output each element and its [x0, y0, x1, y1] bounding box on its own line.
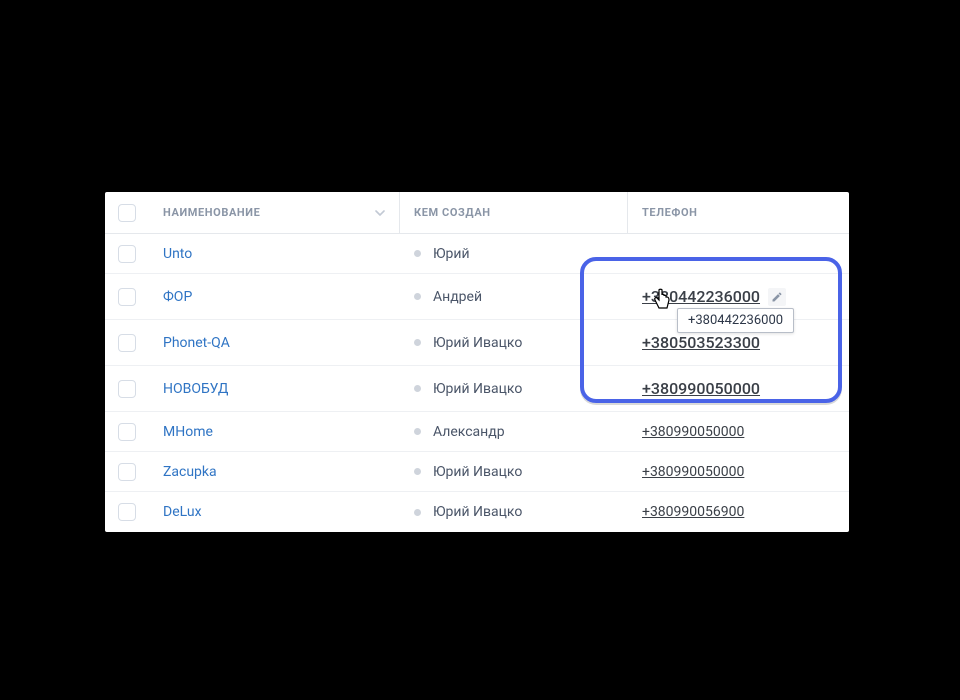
name-link[interactable]: НОВОБУД — [163, 381, 228, 397]
table-header: НАИМЕНОВАНИЕ КЕМ СОЗДАН ТЕЛЕФОН — [105, 192, 849, 234]
phone-link[interactable]: +380990056900 — [642, 504, 744, 520]
chevron-down-icon — [375, 208, 385, 218]
column-header-phone[interactable]: ТЕЛЕФОН — [628, 192, 849, 233]
row-checkbox[interactable] — [118, 423, 136, 441]
column-header-creator-label: КЕМ СОЗДАН — [414, 206, 491, 219]
creator-label: Юрий Ивацко — [433, 381, 522, 397]
row-checkbox[interactable] — [118, 380, 136, 398]
phone-link[interactable]: +380990050000 — [642, 464, 744, 480]
creator-label: Александр — [433, 424, 505, 440]
name-link[interactable]: Phonet-QA — [163, 335, 230, 351]
creator-label: Юрий Ивацко — [433, 335, 522, 351]
name-link[interactable]: MHome — [163, 424, 213, 440]
status-dot-icon — [414, 509, 421, 516]
phone-link[interactable]: +380503523300 — [642, 333, 760, 352]
creator-label: Андрей — [433, 289, 482, 305]
phone-link[interactable]: +380442236000 — [642, 287, 760, 306]
table-row: MHome Александр +380990050000 — [105, 412, 849, 452]
phone-tooltip-label: +380442236000 — [688, 313, 783, 328]
name-link[interactable]: Unto — [163, 246, 192, 262]
row-checkbox[interactable] — [118, 245, 136, 263]
column-header-name[interactable]: НАИМЕНОВАНИЕ — [149, 192, 400, 233]
creator-label: Юрий Ивацко — [433, 504, 522, 520]
row-checkbox[interactable] — [118, 503, 136, 521]
name-link[interactable]: ФОР — [163, 289, 192, 305]
phone-link[interactable]: +380990050000 — [642, 379, 760, 398]
creator-label: Юрий Ивацко — [433, 464, 522, 480]
column-header-name-label: НАИМЕНОВАНИЕ — [163, 206, 260, 219]
header-checkbox-cell — [105, 192, 149, 233]
pencil-icon[interactable] — [768, 288, 786, 306]
status-dot-icon — [414, 293, 421, 300]
select-all-checkbox[interactable] — [118, 204, 136, 222]
phone-link[interactable]: +380990050000 — [642, 424, 744, 440]
phone-tooltip: +380442236000 — [677, 308, 794, 333]
column-header-creator[interactable]: КЕМ СОЗДАН — [400, 192, 628, 233]
status-dot-icon — [414, 339, 421, 346]
status-dot-icon — [414, 468, 421, 475]
status-dot-icon — [414, 250, 421, 257]
row-checkbox[interactable] — [118, 288, 136, 306]
row-checkbox[interactable] — [118, 463, 136, 481]
column-header-phone-label: ТЕЛЕФОН — [642, 206, 698, 219]
status-dot-icon — [414, 385, 421, 392]
name-link[interactable]: Zacupka — [163, 464, 217, 480]
row-checkbox[interactable] — [118, 334, 136, 352]
table-row: Zacupka Юрий Ивацко +380990050000 — [105, 452, 849, 492]
name-link[interactable]: DeLux — [163, 504, 202, 520]
table-row: Unto Юрий — [105, 234, 849, 274]
table-row: НОВОБУД Юрий Ивацко +380990050000 — [105, 366, 849, 412]
creator-label: Юрий — [433, 246, 470, 262]
table-card: НАИМЕНОВАНИЕ КЕМ СОЗДАН ТЕЛЕФОН Unto Юри… — [105, 192, 849, 532]
status-dot-icon — [414, 428, 421, 435]
table-row: DeLux Юрий Ивацко +380990056900 — [105, 492, 849, 532]
